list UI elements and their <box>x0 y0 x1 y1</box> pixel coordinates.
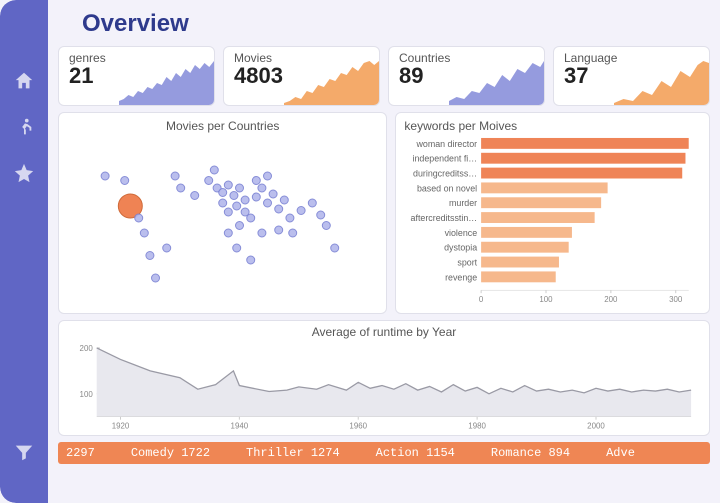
svg-text:duringcreditss…: duringcreditss… <box>413 169 477 179</box>
svg-text:sport: sport <box>458 257 478 267</box>
svg-text:1960: 1960 <box>349 422 367 431</box>
svg-text:woman director: woman director <box>416 139 478 149</box>
svg-text:100: 100 <box>540 295 554 304</box>
card-genres[interactable]: genres 21 <box>58 46 215 106</box>
filter-icon[interactable] <box>13 441 35 463</box>
svg-text:100: 100 <box>80 390 94 399</box>
svg-text:1980: 1980 <box>468 422 486 431</box>
bubble-map-chart <box>67 133 378 303</box>
svg-text:1920: 1920 <box>112 422 130 431</box>
sparkline-icon <box>119 61 214 105</box>
sparkline-icon <box>614 61 709 105</box>
panel-keywords-per-movies[interactable]: keywords per Moives woman director indepe… <box>395 112 710 314</box>
svg-text:violence: violence <box>445 228 478 238</box>
panel-avg-runtime-by-year[interactable]: Average of runtime by Year 100 200 1920 194… <box>58 320 710 436</box>
card-language[interactable]: Language 37 <box>553 46 710 106</box>
sparkline-icon <box>449 61 544 105</box>
svg-text:independent fi…: independent fi… <box>413 154 478 164</box>
panel-title: Average of runtime by Year <box>67 325 701 339</box>
svg-text:murder: murder <box>449 198 477 208</box>
page-title: Overview <box>82 10 710 38</box>
card-movies[interactable]: Movies 4803 <box>223 46 380 106</box>
running-person-icon[interactable] <box>13 116 35 138</box>
svg-text:based on novel: based on novel <box>417 183 477 193</box>
svg-text:1940: 1940 <box>231 422 249 431</box>
card-countries[interactable]: Countries 89 <box>388 46 545 106</box>
sidebar <box>0 0 48 503</box>
summary-cards-row: genres 21 Movies 4803 Countries 89 <box>58 46 710 106</box>
main-content: Overview genres 21 Movies 4803 Countries… <box>48 0 720 503</box>
svg-text:dystopia: dystopia <box>445 243 478 253</box>
panel-movies-per-countries[interactable]: Movies per Countries <box>58 112 387 314</box>
svg-text:aftercreditsstin…: aftercreditsstin… <box>411 213 478 223</box>
sparkline-icon <box>284 61 379 105</box>
panel-title: Movies per Countries <box>67 119 378 133</box>
panel-title: keywords per Moives <box>404 119 701 133</box>
genre-ticker: 2297Comedy 1722Thriller 1274Action 1154R… <box>58 442 710 464</box>
keywords-bar-chart: woman director independent fi… duringcredi… <box>404 133 701 311</box>
svg-text:0: 0 <box>479 295 484 304</box>
svg-text:revenge: revenge <box>445 272 477 282</box>
star-icon[interactable] <box>13 162 35 184</box>
svg-text:200: 200 <box>80 344 94 353</box>
svg-text:2000: 2000 <box>587 422 605 431</box>
svg-text:200: 200 <box>605 295 619 304</box>
home-icon[interactable] <box>13 70 35 92</box>
runtime-line-chart: 100 200 1920 1940 1960 1980 2000 <box>67 339 701 431</box>
svg-text:300: 300 <box>670 295 684 304</box>
